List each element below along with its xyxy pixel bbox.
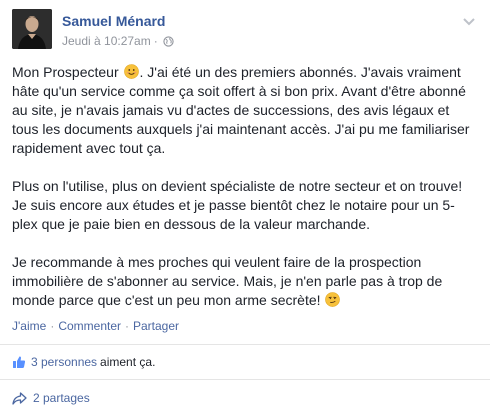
like-link[interactable]: J'aime [12,319,46,333]
avatar[interactable] [12,9,52,49]
post-timestamp[interactable]: Jeudi à 10:27am [62,34,151,48]
share-arrow-icon [12,391,27,405]
divider [0,344,490,345]
post-paragraph-2: Plus on l'utilise, plus on devient spéci… [12,178,463,232]
post-actions: J'aime · Commenter · Partager [12,319,179,333]
thumbs-up-icon [13,356,26,368]
shares-link[interactable]: 2 partages [33,391,90,405]
share-link[interactable]: Partager [133,319,179,333]
paragraph-3-text: Je recommande à mes proches qui veulent … [12,254,443,308]
post-card: Samuel Ménard Jeudi à 10:27am · Mon Pros… [0,0,490,414]
likes-summary: 3 personnes aiment ça. [12,355,155,369]
likers-link[interactable]: 3 personnes [31,355,97,369]
post-body: Mon Prospecteur . J'ai été un des premie… [12,63,478,329]
action-separator: · [50,319,55,333]
smirking-face-emoji [325,292,341,307]
comment-link[interactable]: Commenter [58,319,121,333]
chevron-down-icon[interactable] [462,17,476,27]
action-separator: · [125,319,129,333]
author-name[interactable]: Samuel Ménard [62,13,165,29]
meta-separator: · [153,34,158,48]
globe-icon[interactable] [163,35,174,47]
likes-suffix: aiment ça. [100,355,156,369]
post-header: Samuel Ménard Jeudi à 10:27am · [12,9,478,57]
paragraph-1-start: Mon Prospecteur [12,64,123,80]
divider [0,379,490,380]
shares-summary: 2 partages [12,391,90,405]
smiling-face-emoji [123,64,139,79]
post-paragraph-1: Mon Prospecteur . J'ai été un des premie… [12,63,478,158]
post-paragraph-3: Je recommande à mes proches qui veulent … [12,253,478,310]
post-meta: Jeudi à 10:27am · [62,34,174,48]
